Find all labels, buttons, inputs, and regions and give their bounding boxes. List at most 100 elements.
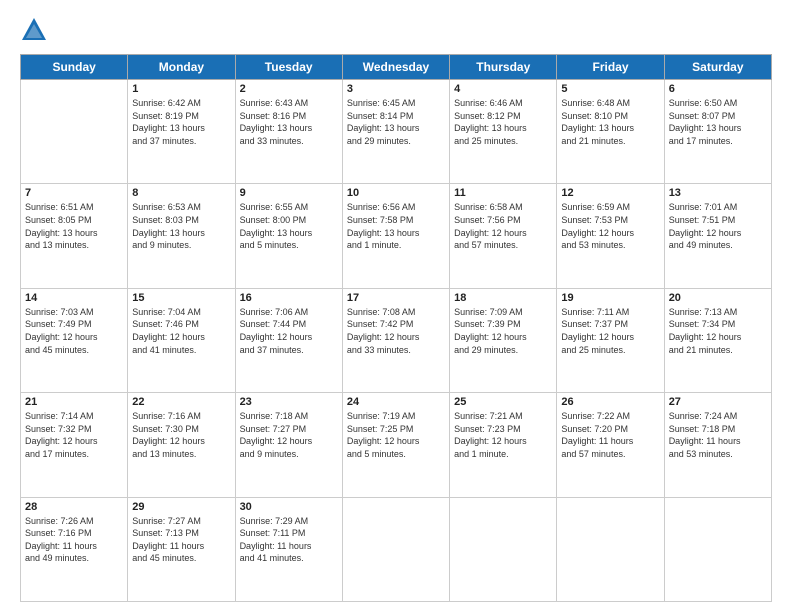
day-info: Sunrise: 7:27 AM Sunset: 7:13 PM Dayligh… — [132, 515, 230, 565]
calendar-cell: 17 Sunrise: 7:08 AM Sunset: 7:42 PM Dayli… — [342, 288, 449, 392]
day-info: Sunrise: 7:22 AM Sunset: 7:20 PM Dayligh… — [561, 410, 659, 460]
calendar-cell: 29 Sunrise: 7:27 AM Sunset: 7:13 PM Dayli… — [128, 497, 235, 601]
day-number: 9 — [240, 187, 338, 199]
day-number: 5 — [561, 83, 659, 95]
calendar-cell: 10Sunrise: 6:56 AM Sunset: 7:58 PM Dayli… — [342, 184, 449, 288]
day-number: 24 — [347, 396, 445, 408]
day-number: 18 — [454, 292, 552, 304]
logo — [20, 16, 52, 44]
day-number: 29 — [132, 501, 230, 513]
weekday-header-tuesday: Tuesday — [235, 55, 342, 80]
day-info: Sunrise: 7:16 AM Sunset: 7:30 PM Dayligh… — [132, 410, 230, 460]
calendar-cell — [21, 80, 128, 184]
weekday-header-thursday: Thursday — [450, 55, 557, 80]
day-number: 12 — [561, 187, 659, 199]
day-info: Sunrise: 6:53 AM Sunset: 8:03 PM Dayligh… — [132, 201, 230, 251]
calendar-cell: 14 Sunrise: 7:03 AM Sunset: 7:49 PM Dayli… — [21, 288, 128, 392]
calendar-cell — [557, 497, 664, 601]
logo-icon — [20, 16, 48, 44]
calendar-table: SundayMondayTuesdayWednesdayThursdayFrid… — [20, 54, 772, 602]
calendar-cell: 27 Sunrise: 7:24 AM Sunset: 7:18 PM Dayli… — [664, 393, 771, 497]
day-info: Sunrise: 6:43 AM Sunset: 8:16 PM Dayligh… — [240, 97, 338, 147]
day-info: Sunrise: 7:26 AM Sunset: 7:16 PM Dayligh… — [25, 515, 123, 565]
day-number: 10 — [347, 187, 445, 199]
calendar-cell: 21Sunrise: 7:14 AM Sunset: 7:32 PM Dayli… — [21, 393, 128, 497]
calendar-cell: 20Sunrise: 7:13 AM Sunset: 7:34 PM Dayli… — [664, 288, 771, 392]
calendar-week-4: 21Sunrise: 7:14 AM Sunset: 7:32 PM Dayli… — [21, 393, 772, 497]
calendar-cell: 16 Sunrise: 7:06 AM Sunset: 7:44 PM Dayli… — [235, 288, 342, 392]
day-number: 7 — [25, 187, 123, 199]
calendar-cell — [450, 497, 557, 601]
day-number: 30 — [240, 501, 338, 513]
day-info: Sunrise: 6:55 AM Sunset: 8:00 PM Dayligh… — [240, 201, 338, 251]
day-number: 23 — [240, 396, 338, 408]
weekday-header-friday: Friday — [557, 55, 664, 80]
day-number: 13 — [669, 187, 767, 199]
calendar-cell: 2 Sunrise: 6:43 AM Sunset: 8:16 PM Daylig… — [235, 80, 342, 184]
day-info: Sunrise: 6:58 AM Sunset: 7:56 PM Dayligh… — [454, 201, 552, 251]
day-number: 28 — [25, 501, 123, 513]
calendar-cell: 15 Sunrise: 7:04 AM Sunset: 7:46 PM Dayli… — [128, 288, 235, 392]
calendar-cell: 26 Sunrise: 7:22 AM Sunset: 7:20 PM Dayli… — [557, 393, 664, 497]
day-info: Sunrise: 7:24 AM Sunset: 7:18 PM Dayligh… — [669, 410, 767, 460]
calendar-cell: 30 Sunrise: 7:29 AM Sunset: 7:11 PM Dayli… — [235, 497, 342, 601]
weekday-header-sunday: Sunday — [21, 55, 128, 80]
day-info: Sunrise: 7:08 AM Sunset: 7:42 PM Dayligh… — [347, 306, 445, 356]
day-number: 16 — [240, 292, 338, 304]
day-number: 1 — [132, 83, 230, 95]
calendar-cell: 5Sunrise: 6:48 AM Sunset: 8:10 PM Daylig… — [557, 80, 664, 184]
calendar-cell: 13Sunrise: 7:01 AM Sunset: 7:51 PM Dayli… — [664, 184, 771, 288]
day-info: Sunrise: 6:42 AM Sunset: 8:19 PM Dayligh… — [132, 97, 230, 147]
day-info: Sunrise: 6:45 AM Sunset: 8:14 PM Dayligh… — [347, 97, 445, 147]
day-number: 21 — [25, 396, 123, 408]
day-info: Sunrise: 7:03 AM Sunset: 7:49 PM Dayligh… — [25, 306, 123, 356]
day-info: Sunrise: 7:19 AM Sunset: 7:25 PM Dayligh… — [347, 410, 445, 460]
day-number: 19 — [561, 292, 659, 304]
calendar-cell — [342, 497, 449, 601]
day-info: Sunrise: 7:04 AM Sunset: 7:46 PM Dayligh… — [132, 306, 230, 356]
weekday-header-monday: Monday — [128, 55, 235, 80]
day-number: 26 — [561, 396, 659, 408]
calendar-cell: 23Sunrise: 7:18 AM Sunset: 7:27 PM Dayli… — [235, 393, 342, 497]
day-number: 17 — [347, 292, 445, 304]
day-number: 15 — [132, 292, 230, 304]
calendar-cell: 7 Sunrise: 6:51 AM Sunset: 8:05 PM Daylig… — [21, 184, 128, 288]
calendar-cell: 4Sunrise: 6:46 AM Sunset: 8:12 PM Daylig… — [450, 80, 557, 184]
calendar-cell: 9 Sunrise: 6:55 AM Sunset: 8:00 PM Daylig… — [235, 184, 342, 288]
day-info: Sunrise: 7:09 AM Sunset: 7:39 PM Dayligh… — [454, 306, 552, 356]
day-info: Sunrise: 7:29 AM Sunset: 7:11 PM Dayligh… — [240, 515, 338, 565]
calendar-cell: 6 Sunrise: 6:50 AM Sunset: 8:07 PM Daylig… — [664, 80, 771, 184]
day-info: Sunrise: 6:59 AM Sunset: 7:53 PM Dayligh… — [561, 201, 659, 251]
header — [20, 16, 772, 44]
weekday-header-wednesday: Wednesday — [342, 55, 449, 80]
day-info: Sunrise: 7:21 AM Sunset: 7:23 PM Dayligh… — [454, 410, 552, 460]
day-number: 8 — [132, 187, 230, 199]
calendar-cell: 3 Sunrise: 6:45 AM Sunset: 8:14 PM Daylig… — [342, 80, 449, 184]
day-info: Sunrise: 7:11 AM Sunset: 7:37 PM Dayligh… — [561, 306, 659, 356]
day-number: 27 — [669, 396, 767, 408]
day-info: Sunrise: 6:51 AM Sunset: 8:05 PM Dayligh… — [25, 201, 123, 251]
day-info: Sunrise: 7:06 AM Sunset: 7:44 PM Dayligh… — [240, 306, 338, 356]
calendar-cell: 11 Sunrise: 6:58 AM Sunset: 7:56 PM Dayli… — [450, 184, 557, 288]
day-number: 11 — [454, 187, 552, 199]
calendar-week-1: 1 Sunrise: 6:42 AM Sunset: 8:19 PM Daylig… — [21, 80, 772, 184]
day-number: 2 — [240, 83, 338, 95]
weekday-header-saturday: Saturday — [664, 55, 771, 80]
day-number: 6 — [669, 83, 767, 95]
calendar-week-2: 7 Sunrise: 6:51 AM Sunset: 8:05 PM Daylig… — [21, 184, 772, 288]
calendar-cell: 18 Sunrise: 7:09 AM Sunset: 7:39 PM Dayli… — [450, 288, 557, 392]
calendar-week-3: 14 Sunrise: 7:03 AM Sunset: 7:49 PM Dayli… — [21, 288, 772, 392]
page: SundayMondayTuesdayWednesdayThursdayFrid… — [0, 0, 792, 612]
calendar-cell: 25 Sunrise: 7:21 AM Sunset: 7:23 PM Dayli… — [450, 393, 557, 497]
calendar-cell: 28 Sunrise: 7:26 AM Sunset: 7:16 PM Dayli… — [21, 497, 128, 601]
day-info: Sunrise: 6:50 AM Sunset: 8:07 PM Dayligh… — [669, 97, 767, 147]
calendar-week-5: 28 Sunrise: 7:26 AM Sunset: 7:16 PM Dayli… — [21, 497, 772, 601]
day-number: 25 — [454, 396, 552, 408]
calendar-cell: 8 Sunrise: 6:53 AM Sunset: 8:03 PM Daylig… — [128, 184, 235, 288]
day-number: 14 — [25, 292, 123, 304]
weekday-header-row: SundayMondayTuesdayWednesdayThursdayFrid… — [21, 55, 772, 80]
day-number: 3 — [347, 83, 445, 95]
calendar-cell: 24 Sunrise: 7:19 AM Sunset: 7:25 PM Dayli… — [342, 393, 449, 497]
calendar-cell: 1 Sunrise: 6:42 AM Sunset: 8:19 PM Daylig… — [128, 80, 235, 184]
day-info: Sunrise: 7:13 AM Sunset: 7:34 PM Dayligh… — [669, 306, 767, 356]
